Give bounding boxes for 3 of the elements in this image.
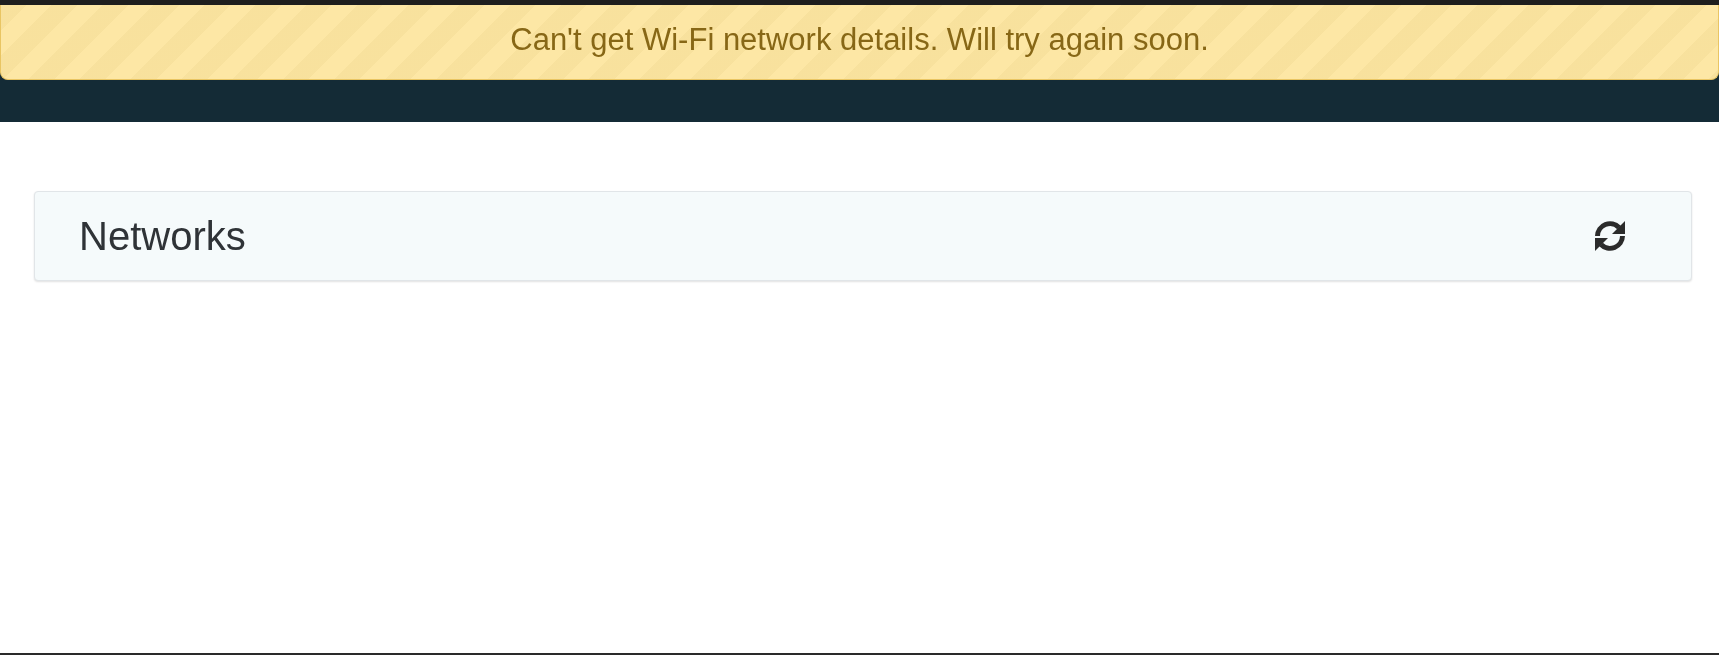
refresh-icon[interactable] [1592, 219, 1628, 253]
alert-message: Can't get Wi-Fi network details. Will try again soon. [510, 22, 1209, 59]
panel-title: Networks [79, 213, 246, 259]
